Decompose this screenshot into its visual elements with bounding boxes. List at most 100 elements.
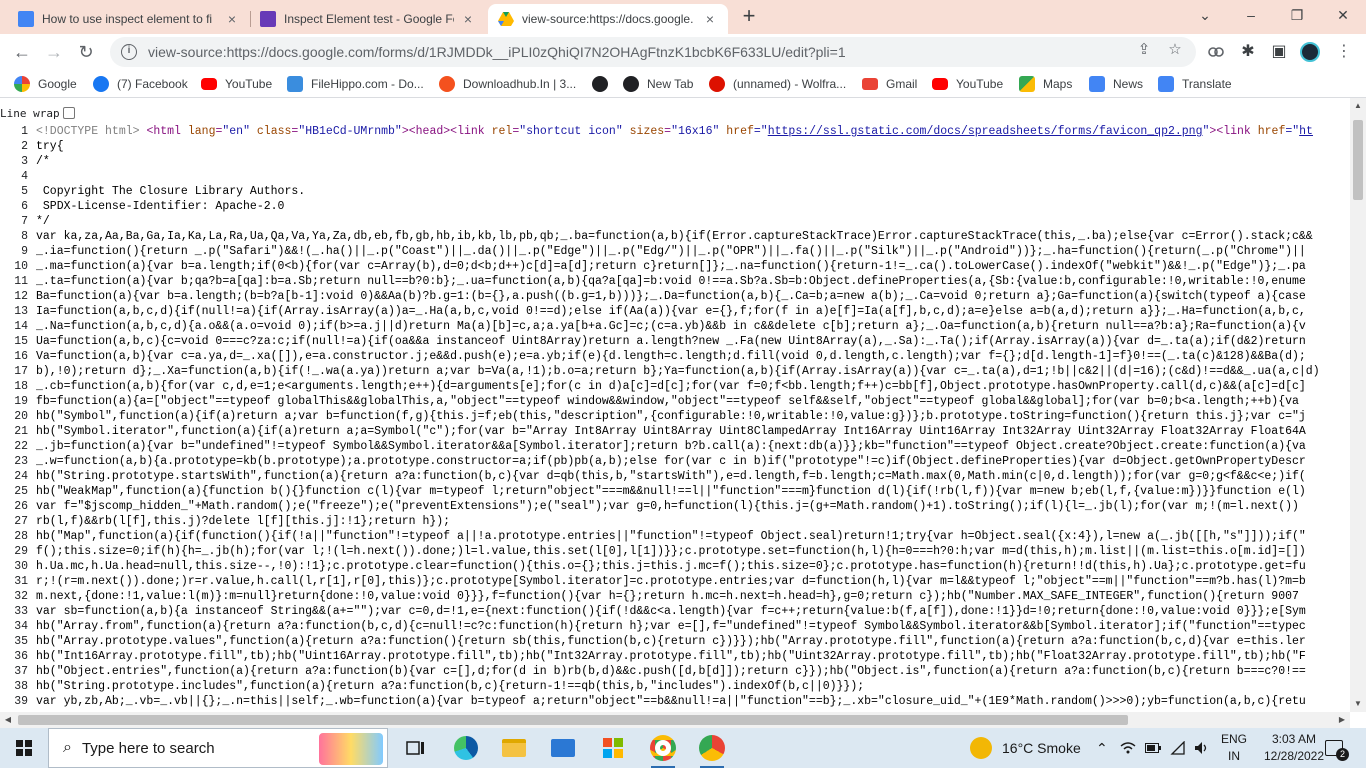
scroll-up-arrow-icon[interactable]: ▲ xyxy=(1350,98,1366,114)
volume-icon[interactable] xyxy=(1194,728,1210,768)
bookmark-facebook[interactable]: (7) Facebook xyxy=(93,75,188,93)
tab-search-dropdown-icon[interactable]: ⌄ xyxy=(1182,0,1228,30)
bookmark-youtube-2[interactable]: YouTube xyxy=(932,75,1003,93)
line-wrap-toggle[interactable]: Line wrap xyxy=(0,106,75,120)
line-number: 36 xyxy=(14,650,28,663)
bookmark-gmail[interactable]: Gmail xyxy=(862,75,917,93)
line-text: hb("Symbol",function(a){if(a)return a;va… xyxy=(36,410,1306,423)
line-text: hb("Symbol.iterator",function(a){if(a)re… xyxy=(36,425,1306,438)
chrome-icon[interactable] xyxy=(643,732,683,768)
bookmark-star-icon[interactable]: ☆ xyxy=(1166,41,1184,59)
line-text: hb("String.prototype.includes",function(… xyxy=(36,680,865,693)
link-extension-icon[interactable] xyxy=(1206,42,1226,62)
line-number: 29 xyxy=(14,545,28,558)
scroll-down-arrow-icon[interactable]: ▼ xyxy=(1350,696,1366,712)
line-text: hb("Object.entries",function(a){return a… xyxy=(36,665,1306,678)
close-icon[interactable]: × xyxy=(224,11,240,27)
tab-strip: How to use inspect element to fi × Inspe… xyxy=(0,0,1366,34)
file-explorer-icon[interactable] xyxy=(494,732,534,764)
line-text: hb("WeakMap",function(a){function b(){}f… xyxy=(36,485,1306,498)
line-number: 14 xyxy=(14,320,28,333)
tab-inspect-element-article[interactable]: How to use inspect element to fi × xyxy=(8,4,250,34)
mail-icon[interactable] xyxy=(543,732,583,764)
show-hidden-icons-icon[interactable]: ⌃ xyxy=(1096,728,1108,768)
bookmark-youtube[interactable]: YouTube xyxy=(201,75,272,93)
line-number: 7 xyxy=(21,215,28,228)
side-panel-icon[interactable]: ▣ xyxy=(1269,42,1289,62)
wifi-icon[interactable] xyxy=(1170,728,1186,768)
line-text: _.ia=function(){return _.p("Safari")&&!(… xyxy=(36,245,1306,258)
chrome-profile-icon[interactable] xyxy=(692,732,732,768)
bookmark-downloadhub[interactable]: Downloadhub.In | 3... xyxy=(439,75,576,93)
task-view-icon[interactable] xyxy=(396,732,436,764)
line-number: 39 xyxy=(14,695,28,708)
bookmark-news[interactable]: News xyxy=(1089,75,1143,93)
tab-title: How to use inspect element to fi xyxy=(42,12,213,26)
clock-date: 12/28/2022 xyxy=(1263,749,1325,763)
edge-browser-icon[interactable] xyxy=(446,732,486,764)
line-text: f();this.size=0;if(h){h=_.jb(h);for(var … xyxy=(36,545,1306,558)
stylesheet-link[interactable]: ht xyxy=(1299,125,1313,138)
close-icon[interactable]: × xyxy=(460,11,476,27)
profile-avatar[interactable] xyxy=(1300,42,1320,62)
weather-widget[interactable]: 16°C Smoke xyxy=(970,728,1081,768)
window-close-icon[interactable]: ✕ xyxy=(1320,0,1366,30)
bookmark-new-tab[interactable]: New Tab xyxy=(623,75,693,93)
address-bar[interactable]: i view-source:https://docs.google.com/fo… xyxy=(110,37,1196,67)
input-language[interactable]: ENG IN xyxy=(1217,731,1251,765)
back-button[interactable]: ← xyxy=(10,40,34,64)
bookmark-label: Google xyxy=(38,77,77,91)
taskbar-clock[interactable]: 3:03 AM 12/28/2022 xyxy=(1259,731,1329,765)
start-button[interactable] xyxy=(0,728,48,768)
minimize-icon[interactable]: – xyxy=(1228,0,1274,30)
bookmark-label: New Tab xyxy=(647,77,694,91)
bookmark-wolfram[interactable]: (unnamed) - Wolfra... xyxy=(709,75,846,93)
notification-center-icon[interactable]: 2 xyxy=(1325,728,1349,768)
url-text[interactable]: view-source:https://docs.google.com/form… xyxy=(148,44,1196,60)
reload-button[interactable]: ↻ xyxy=(74,40,98,64)
bookmark-google[interactable]: Google xyxy=(14,75,77,93)
line-number: 3 xyxy=(21,155,28,168)
line-number: 8 xyxy=(21,230,28,243)
forward-button[interactable]: → xyxy=(42,40,66,64)
maximize-icon[interactable]: ❐ xyxy=(1274,0,1320,30)
bookmark-filehippo[interactable]: FileHippo.com - Do... xyxy=(287,75,424,93)
scroll-right-arrow-icon[interactable]: ▶ xyxy=(1334,712,1350,728)
line-text: m.next,{done:!1,value:l(m)}:m=null}retur… xyxy=(36,590,1299,603)
line-text: _.ta=function(a){var b;qa?b=a[qa]:b=a.Sb… xyxy=(36,275,1306,288)
scrollbar-thumb[interactable] xyxy=(1353,120,1363,200)
scroll-left-arrow-icon[interactable]: ◀ xyxy=(0,712,16,728)
source-line: 6 SPDX-License-Identifier: Apache-2.0 xyxy=(0,199,1350,214)
wolfram-icon xyxy=(709,76,725,92)
line-number: 33 xyxy=(14,605,28,618)
line-number: 35 xyxy=(14,635,28,648)
bookmark-maps[interactable]: Maps xyxy=(1019,75,1072,93)
network-icon[interactable] xyxy=(1120,728,1136,768)
tab-view-source[interactable]: view-source:https://docs.google. × xyxy=(488,4,728,34)
favicon-link[interactable]: https://ssl.gstatic.com/docs/spreadsheet… xyxy=(768,125,1203,138)
line-wrap-checkbox[interactable] xyxy=(62,107,75,119)
line-number: 16 xyxy=(14,350,28,363)
horizontal-scrollbar[interactable]: ◀ ▶ xyxy=(0,712,1350,728)
vertical-scrollbar[interactable]: ▲ ▼ xyxy=(1350,98,1366,712)
battery-icon[interactable] xyxy=(1145,728,1161,768)
scrollbar-thumb[interactable] xyxy=(18,715,1128,725)
microsoft-store-icon[interactable] xyxy=(593,732,633,764)
source-line: 4 xyxy=(0,169,1350,184)
site-info-icon[interactable]: i xyxy=(121,44,137,60)
close-icon[interactable]: × xyxy=(702,11,718,27)
bookmark-translate[interactable]: Translate xyxy=(1158,75,1232,93)
bookmark-label: (7) Facebook xyxy=(117,77,188,91)
line-number: 15 xyxy=(14,335,28,348)
taskbar-search-box[interactable]: ⌕ Type here to search xyxy=(48,728,388,768)
filehippo-icon xyxy=(287,76,303,92)
share-icon[interactable]: ⇪ xyxy=(1135,41,1153,59)
extensions-puzzle-icon[interactable]: ✱ xyxy=(1238,42,1258,62)
bookmark-untitled[interactable] xyxy=(592,75,608,93)
line-text: SPDX-License-Identifier: Apache-2.0 xyxy=(36,200,285,213)
new-tab-button[interactable]: + xyxy=(737,5,761,29)
menu-kebab-icon[interactable]: ⋮ xyxy=(1334,42,1354,62)
clock-time: 3:03 AM xyxy=(1271,732,1317,746)
line-text: Ua=function(a,b,c){c=void 0===c?za:c;if(… xyxy=(36,335,1306,348)
tab-google-form[interactable]: Inspect Element test - Google Fo × xyxy=(250,4,486,34)
